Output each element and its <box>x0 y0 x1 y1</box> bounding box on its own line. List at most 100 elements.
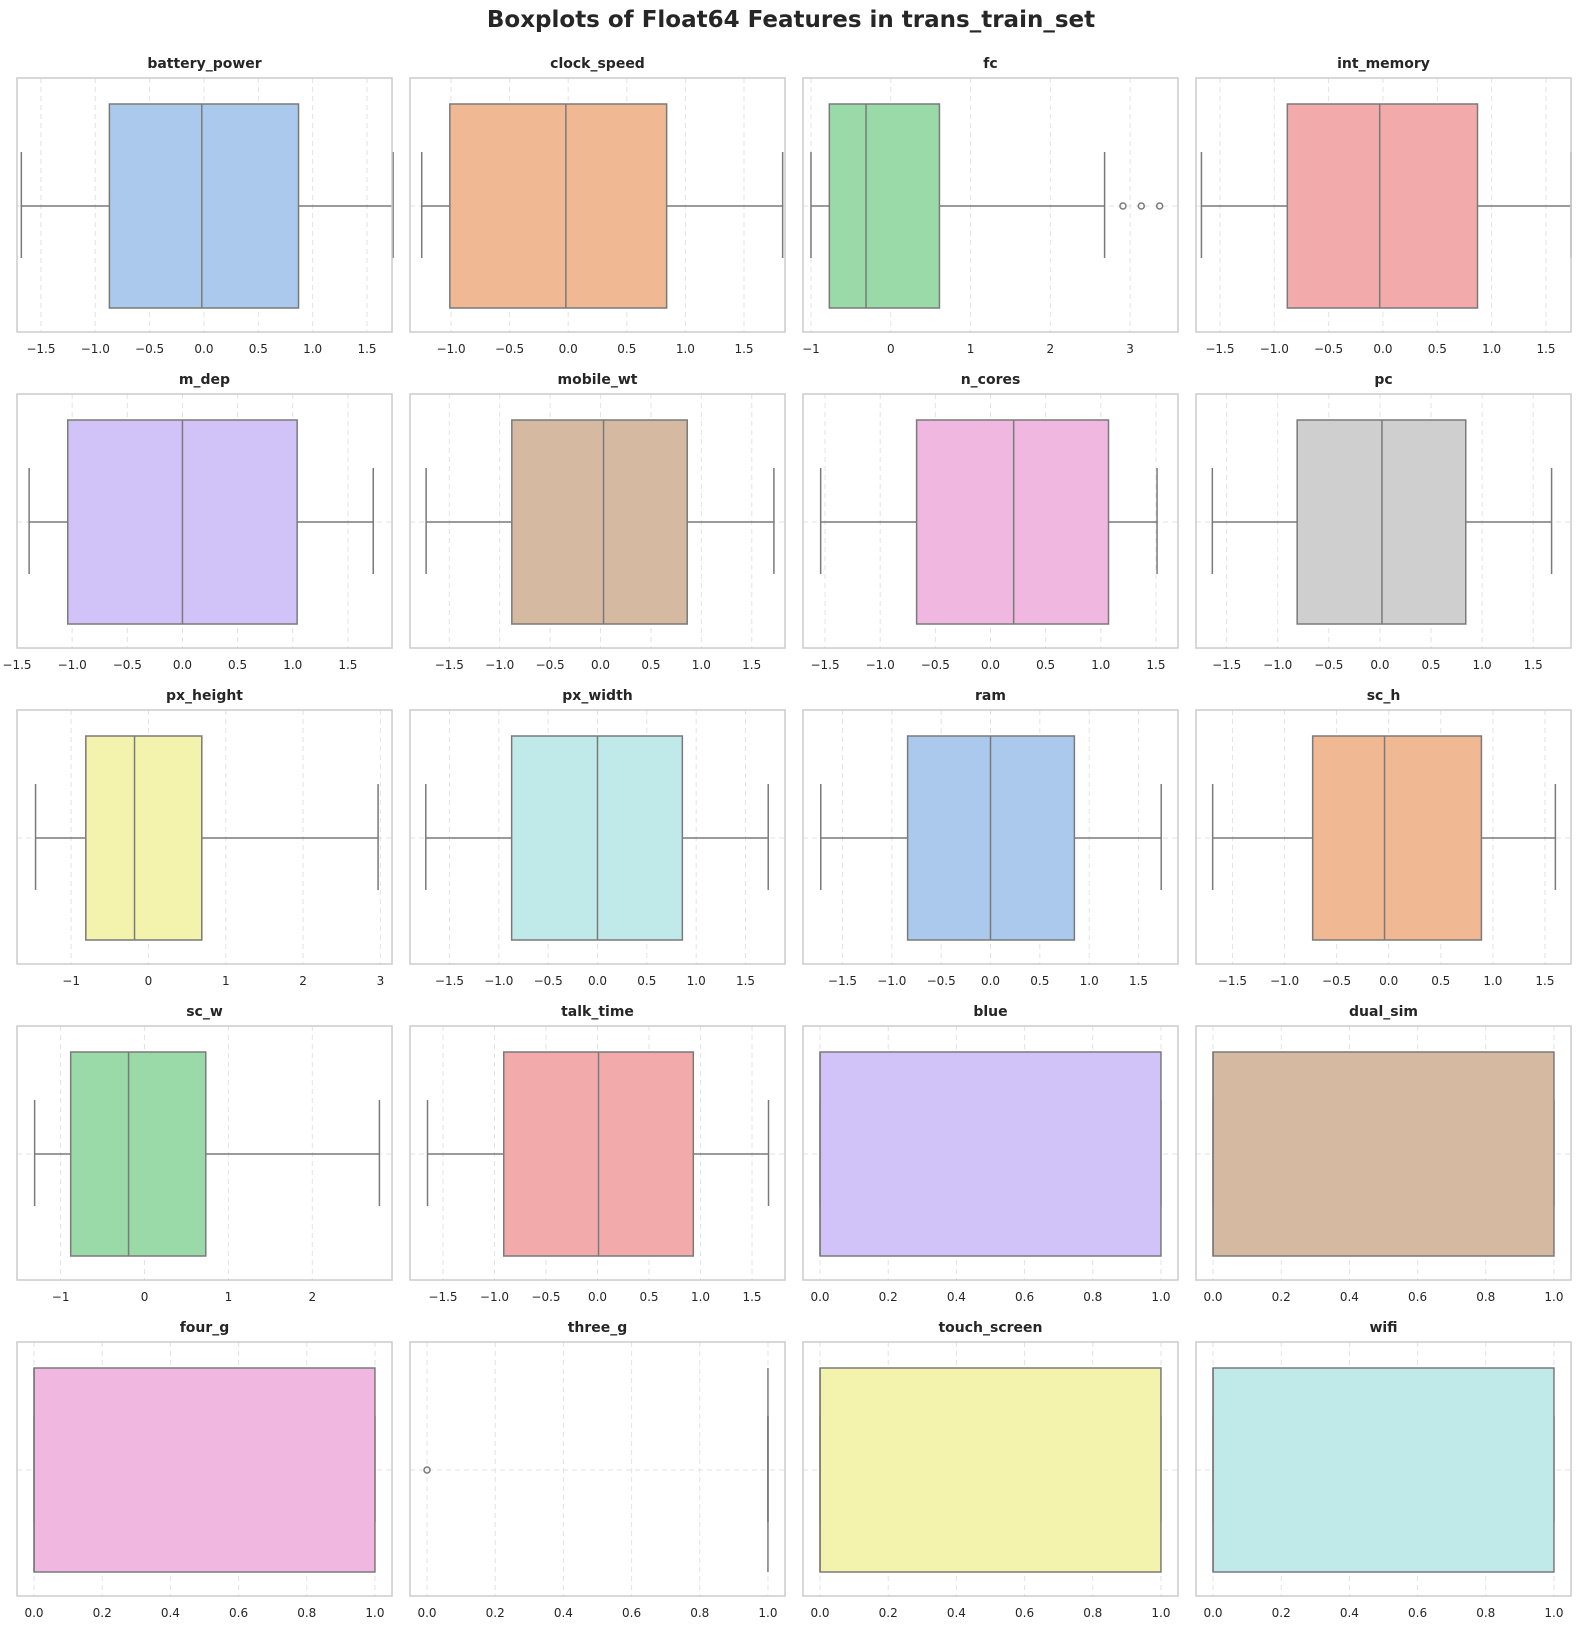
tick-label: −1.0 <box>1263 658 1292 672</box>
box-iqr <box>819 1051 1162 1257</box>
tick-label: 1.0 <box>676 342 695 356</box>
tick-label: 1.5 <box>1146 658 1165 672</box>
subplot-int_memory: −1.5 −1.0 −0.5 0.0 0.5 1.0 1.5 int_memory <box>1195 56 1572 356</box>
subplot-title: ram <box>975 688 1006 704</box>
subplot-title: px_height <box>166 688 243 704</box>
box-iqr <box>108 103 300 309</box>
tick-label: 0.0 <box>1370 658 1389 672</box>
tick-label: 1.0 <box>303 342 322 356</box>
tick-label: 0.2 <box>879 1290 898 1304</box>
plot-frame <box>16 709 393 965</box>
tick-label: 0.5 <box>1431 974 1450 988</box>
subplot-title: talk_time <box>561 1004 634 1020</box>
tick-label: 0 <box>887 342 895 356</box>
tick-label: 0.6 <box>229 1606 248 1620</box>
tick-label: −1.5 <box>810 658 839 672</box>
tick-label: 0.8 <box>1083 1290 1102 1304</box>
tick-label: 0.5 <box>1428 342 1447 356</box>
tick-label: −1.0 <box>1260 342 1289 356</box>
tick-label: 1 <box>225 1290 233 1304</box>
tick-label: 0.0 <box>559 342 578 356</box>
tick-label: −0.5 <box>921 658 950 672</box>
tick-label: 1.0 <box>687 974 706 988</box>
tick-label: 0.8 <box>1476 1606 1495 1620</box>
tick-label: 3 <box>1126 342 1134 356</box>
tick-label: −0.5 <box>534 974 563 988</box>
box-iqr <box>449 103 668 309</box>
tick-label: 0.6 <box>1408 1290 1427 1304</box>
subplot-wifi: 0.0 0.2 0.4 0.6 0.8 1.0 wifi <box>1195 1320 1572 1620</box>
tick-label: 0.0 <box>981 974 1000 988</box>
tick-label: 0.2 <box>93 1606 112 1620</box>
box-iqr <box>1212 1367 1555 1573</box>
tick-label: 1.5 <box>357 342 376 356</box>
tick-label: 1.0 <box>365 1606 384 1620</box>
subplot-title: sc_w <box>186 1004 223 1020</box>
tick-label: 3 <box>377 974 385 988</box>
subplot-four_g: 0.0 0.2 0.4 0.6 0.8 1.0 four_g <box>16 1320 393 1620</box>
tick-label: 0.0 <box>588 1290 607 1304</box>
box-iqr <box>69 1051 207 1257</box>
tick-label: 0.5 <box>1030 974 1049 988</box>
subplot-sc_h: −1.5 −1.0 −0.5 0.0 0.5 1.0 1.5 sc_h <box>1195 688 1572 988</box>
box-iqr <box>1311 735 1483 941</box>
tick-label: −1.0 <box>436 342 465 356</box>
tick-label: −1.0 <box>58 658 87 672</box>
tick-label: 0.4 <box>1340 1290 1359 1304</box>
tick-label: −1.0 <box>81 342 110 356</box>
tick-label: 0.5 <box>641 658 660 672</box>
tick-label: 0.0 <box>588 974 607 988</box>
tick-label: −1.5 <box>428 1290 457 1304</box>
tick-label: −0.5 <box>927 974 956 988</box>
box-iqr <box>85 735 203 941</box>
box-iqr <box>915 419 1110 625</box>
subplot-title: sc_h <box>1367 688 1401 704</box>
tick-label: 0.0 <box>810 1290 829 1304</box>
tick-label: −1.5 <box>1218 974 1247 988</box>
subplot-ram: −1.5 −1.0 −0.5 0.0 0.5 1.0 1.5 ram <box>802 688 1179 988</box>
tick-label: −1 <box>802 342 820 356</box>
tick-label: 1.5 <box>1535 974 1554 988</box>
tick-label: 0.2 <box>879 1606 898 1620</box>
tick-label: 1.5 <box>1536 342 1555 356</box>
subplot-title: n_cores <box>961 372 1021 388</box>
tick-label: 1.5 <box>1524 658 1543 672</box>
box-iqr <box>511 419 688 625</box>
tick-label: −1.0 <box>877 974 906 988</box>
tick-label: 1.0 <box>691 1290 710 1304</box>
tick-label: 1.0 <box>1544 1290 1563 1304</box>
tick-label: 0.5 <box>228 658 247 672</box>
tick-label: 2 <box>299 974 307 988</box>
tick-label: −1.5 <box>828 974 857 988</box>
tick-label: 1.0 <box>692 658 711 672</box>
subplot-title: touch_screen <box>938 1320 1042 1336</box>
tick-label: 0.5 <box>639 1290 658 1304</box>
tick-label: −1 <box>62 974 80 988</box>
tick-label: 1.0 <box>1151 1606 1170 1620</box>
subplot-title: four_g <box>180 1320 230 1336</box>
tick-label: −1.5 <box>435 974 464 988</box>
tick-label: −0.5 <box>531 1290 560 1304</box>
box-iqr <box>828 103 941 309</box>
tick-label: 0.4 <box>554 1606 573 1620</box>
tick-label: 0.8 <box>297 1606 316 1620</box>
tick-label: −0.5 <box>135 342 164 356</box>
tick-label: 0.5 <box>617 342 636 356</box>
tick-label: 1.0 <box>1473 658 1492 672</box>
tick-label: −0.5 <box>536 658 565 672</box>
tick-label: −1.0 <box>1270 974 1299 988</box>
tick-label: 1.0 <box>283 658 302 672</box>
tick-label: 0.2 <box>1272 1290 1291 1304</box>
tick-label: −1.5 <box>26 342 55 356</box>
tick-label: 0.5 <box>1036 658 1055 672</box>
subplot-title: mobile_wt <box>558 372 638 388</box>
subplot-title: three_g <box>568 1320 628 1336</box>
tick-label: −1.0 <box>866 658 895 672</box>
tick-label: −0.5 <box>1322 974 1351 988</box>
tick-label: 0.6 <box>622 1606 641 1620</box>
tick-label: 0.4 <box>947 1290 966 1304</box>
subplot-px_width: −1.5 −1.0 −0.5 0.0 0.5 1.0 1.5 px_width <box>409 688 786 988</box>
tick-label: 0.4 <box>947 1606 966 1620</box>
tick-label: 0.6 <box>1408 1606 1427 1620</box>
tick-label: 1.5 <box>1129 974 1148 988</box>
